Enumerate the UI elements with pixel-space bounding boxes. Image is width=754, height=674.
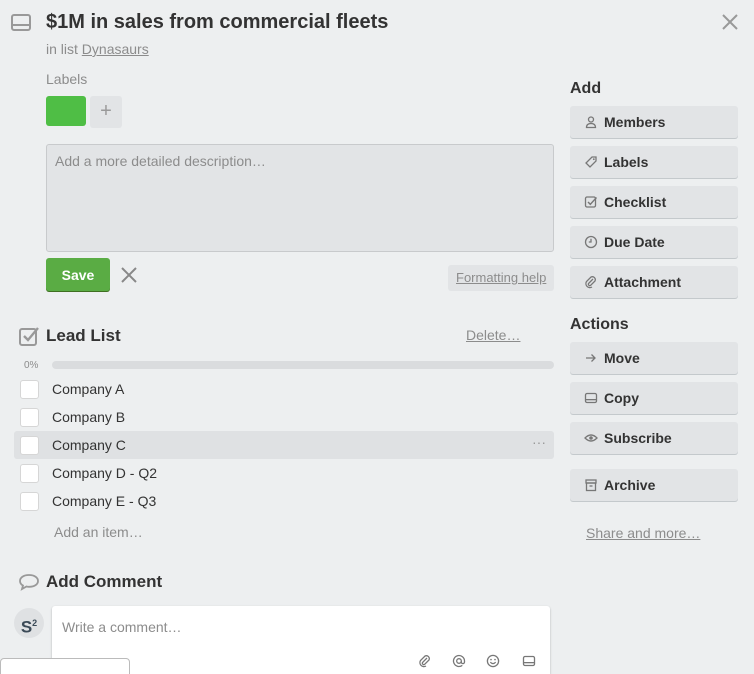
- due-date-button[interactable]: Due Date: [570, 226, 738, 258]
- checklist-label: Checklist: [604, 194, 667, 210]
- save-button[interactable]: Save: [46, 258, 110, 291]
- checklist-item[interactable]: Company A: [14, 375, 554, 403]
- item-checkbox[interactable]: [20, 436, 39, 455]
- checklist-title[interactable]: Lead List: [46, 326, 121, 346]
- tag-icon: [585, 156, 597, 168]
- attachment-button[interactable]: Attachment: [570, 266, 738, 298]
- item-options-icon[interactable]: ···: [532, 434, 546, 450]
- archive-icon: [585, 479, 597, 492]
- checkbox-icon: [584, 196, 598, 208]
- attach-icon[interactable]: [418, 654, 432, 668]
- add-heading: Add: [570, 80, 602, 97]
- checklist-icon: [19, 327, 39, 346]
- bottom-tab[interactable]: [0, 658, 130, 674]
- cancel-icon[interactable]: [120, 266, 138, 284]
- description-input[interactable]: [46, 144, 554, 252]
- item-label[interactable]: Company A: [52, 381, 124, 397]
- card-link-icon[interactable]: [522, 654, 536, 668]
- progress-bar: [52, 361, 554, 369]
- delete-checklist-link[interactable]: Delete…: [466, 327, 520, 343]
- card-list-info: in list Dynasaurs: [46, 41, 149, 57]
- members-label: Members: [604, 114, 666, 130]
- item-checkbox[interactable]: [20, 408, 39, 427]
- arrow-right-icon: [586, 354, 596, 362]
- item-checkbox[interactable]: [20, 492, 39, 511]
- progress-percent: 0%: [24, 360, 39, 371]
- archive-label: Archive: [604, 477, 656, 493]
- clock-icon: [584, 235, 598, 249]
- share-and-more-link[interactable]: Share and more…: [586, 525, 700, 541]
- add-item-link[interactable]: Add an item…: [54, 524, 143, 540]
- checklist-button[interactable]: Checklist: [570, 186, 738, 218]
- copy-label: Copy: [604, 390, 639, 406]
- item-label[interactable]: Company B: [52, 409, 125, 425]
- labels-button[interactable]: Labels: [570, 146, 738, 178]
- card-icon: [11, 14, 31, 31]
- card-icon: [584, 392, 598, 404]
- list-link[interactable]: Dynasaurs: [82, 41, 149, 57]
- person-icon: [585, 116, 597, 129]
- subscribe-button[interactable]: Subscribe: [570, 422, 738, 454]
- mention-icon[interactable]: [452, 654, 466, 668]
- due-date-label: Due Date: [604, 234, 665, 250]
- move-button[interactable]: Move: [570, 342, 738, 374]
- checklist-item[interactable]: Company B: [14, 403, 554, 431]
- avatar-initials: S: [20, 617, 33, 637]
- in-list-prefix: in list: [46, 41, 78, 57]
- comment-input[interactable]: [52, 606, 550, 648]
- subscribe-label: Subscribe: [604, 430, 672, 446]
- members-button[interactable]: Members: [570, 106, 738, 138]
- item-label[interactable]: Company E - Q3: [52, 493, 156, 509]
- label-green[interactable]: [46, 96, 86, 126]
- labels-label: Labels: [604, 154, 649, 170]
- move-label: Move: [604, 350, 640, 366]
- emoji-icon[interactable]: [486, 654, 500, 668]
- paperclip-icon: [585, 276, 596, 289]
- avatar-superscript: 2: [32, 618, 38, 628]
- close-icon[interactable]: [720, 12, 740, 32]
- item-checkbox[interactable]: [20, 464, 39, 483]
- item-label[interactable]: Company D - Q2: [52, 465, 157, 481]
- checklist-item[interactable]: Company E - Q3: [14, 487, 554, 515]
- card-title[interactable]: $1M in sales from commercial fleets: [46, 11, 388, 34]
- actions-heading: Actions: [570, 316, 629, 333]
- checklist-item[interactable]: Company C ···: [14, 431, 554, 459]
- labels-heading: Labels: [46, 71, 88, 87]
- formatting-help-link[interactable]: Formatting help: [448, 265, 555, 291]
- item-checkbox[interactable]: [20, 380, 39, 399]
- avatar[interactable]: S2: [14, 608, 44, 638]
- add-comment-heading: Add Comment: [46, 572, 163, 591]
- eye-icon: [584, 434, 598, 442]
- copy-button[interactable]: Copy: [570, 382, 738, 414]
- add-label-button[interactable]: +: [90, 96, 122, 128]
- checklist-item[interactable]: Company D - Q2: [14, 459, 554, 487]
- comment-icon: [19, 574, 39, 591]
- attachment-label: Attachment: [604, 274, 682, 290]
- archive-button[interactable]: Archive: [570, 469, 738, 501]
- item-label[interactable]: Company C: [52, 437, 126, 453]
